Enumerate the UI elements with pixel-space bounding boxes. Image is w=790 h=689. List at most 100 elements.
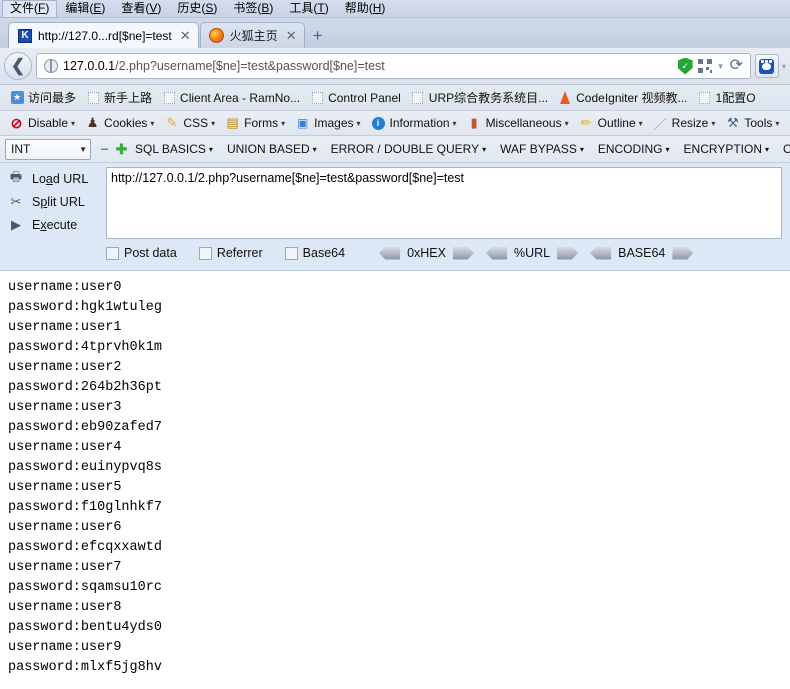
content-line: password:efcqxxawtd <box>8 540 162 555</box>
outline-icon: ✏ <box>579 115 594 131</box>
menu-item-e[interactable]: 编辑(E) <box>57 0 113 18</box>
url-bar-actions: ▼ ⟳ <box>677 57 746 75</box>
hackbar-action-label: Execute <box>32 217 78 232</box>
bookmark-label: CodeIgniter 视频教... <box>576 91 688 105</box>
webdev-label: CSS <box>183 116 209 130</box>
webdev-item-tools[interactable]: ⚒ Tools ▾ <box>720 115 784 131</box>
webdev-item-images[interactable]: ▣ Images ▾ <box>290 116 365 131</box>
paw-chevron-down-icon[interactable]: ▾ <box>782 62 786 71</box>
hackbar-execute-button[interactable]: ▶ Execute <box>6 213 106 236</box>
bookmark-label: Control Panel <box>328 90 401 105</box>
bookmark-item-1[interactable]: 新手上路 <box>82 87 158 108</box>
chevron-down-icon[interactable]: ▼ <box>717 62 725 71</box>
sql-type-select[interactable]: INT ▼ <box>5 138 91 160</box>
webdev-item-css[interactable]: ✎ CSS ▾ <box>159 115 220 131</box>
qr-code-icon[interactable] <box>697 59 712 73</box>
menu-item-v[interactable]: 查看(V) <box>113 0 169 18</box>
tab-close-button[interactable]: ✕ <box>180 29 191 42</box>
chevron-down-icon: ▼ <box>79 144 87 154</box>
webdev-item-cookies[interactable]: ♟ Cookies ▾ <box>80 115 159 131</box>
hackbar-checkbox-post-data[interactable]: Post data <box>106 246 177 260</box>
webdev-item-resize[interactable]: ／ Resize ▾ <box>648 116 721 132</box>
blank-page-glyph <box>87 91 99 104</box>
baidu-paw-icon <box>759 58 775 74</box>
sql-menu-label: ENCRYPTION <box>683 142 762 156</box>
reload-icon[interactable]: ⟳ <box>730 58 743 74</box>
content-line: username:user0 <box>8 280 122 295</box>
hackbar-load-url-button[interactable]: 🖶 Load URL <box>6 167 106 190</box>
url-bar[interactable]: 127.0.0.1/2.php?username[$ne]=test&passw… <box>36 53 751 79</box>
sql-menu-label: ENCODING <box>597 142 663 156</box>
chevron-down-icon: ▾ <box>312 144 317 154</box>
miscellaneous-icon: ▮ <box>467 115 482 131</box>
disable-icon: ⊘ <box>9 115 24 131</box>
tab-0[interactable]: Khttp://127.0...rd[$ne]=test ✕ <box>8 22 199 48</box>
sql-menu-error-double-query[interactable]: ERROR / DOUBLE QUERY ▾ <box>324 142 494 156</box>
blank-page-glyph <box>311 91 323 104</box>
sql-menu-union-based[interactable]: UNION BASED ▾ <box>220 142 324 156</box>
encoder-group-0xhex: 0xHEX <box>379 246 474 260</box>
chevron-down-icon: ▾ <box>208 144 213 154</box>
baidu-paw-button[interactable] <box>754 54 779 78</box>
webdev-item-miscellaneous[interactable]: ▮ Miscellaneous ▾ <box>462 115 574 131</box>
add-button[interactable]: ✚ <box>115 141 128 157</box>
menu-item-s[interactable]: 历史(S) <box>169 0 225 18</box>
blank-page-icon <box>310 91 324 105</box>
sql-menu-other[interactable]: OTHER▾ <box>776 142 790 156</box>
bookmark-item-2[interactable]: Client Area - RamNo... <box>158 89 306 107</box>
menu-item-f[interactable]: 文件(F) <box>2 0 58 18</box>
sql-menu-encoding[interactable]: ENCODING ▾ <box>591 142 677 156</box>
checkbox-label: Base64 <box>302 246 346 260</box>
encode-right-button[interactable] <box>452 246 474 260</box>
shield-check-icon[interactable] <box>677 57 693 75</box>
sql-menu-waf-bypass[interactable]: WAF BYPASS ▾ <box>493 142 591 156</box>
webdev-item-information[interactable]: i Information ▾ <box>366 116 462 131</box>
encode-left-button[interactable] <box>379 246 401 260</box>
content-line: password:f10glnhkf7 <box>8 500 162 515</box>
encode-left-button[interactable] <box>590 246 612 260</box>
forms-icon: ▤ <box>225 115 240 131</box>
checkbox-label: Referrer <box>216 246 263 260</box>
hackbar-url-textarea[interactable]: http://127.0.0.1/2.php?username[$ne]=tes… <box>106 167 782 239</box>
back-button[interactable]: ❮ <box>4 52 32 80</box>
sql-menu-label: UNION BASED <box>226 142 310 156</box>
webdev-label: Images <box>314 116 354 130</box>
tab-1[interactable]: 火狐主页 ✕ <box>199 22 305 48</box>
tab-strip: Khttp://127.0...rd[$ne]=test ✕ 火狐主页 ✕ + <box>0 18 790 48</box>
encode-right-button[interactable] <box>672 246 694 260</box>
hackbar-action-label: Load URL <box>32 171 89 186</box>
menu-item-t[interactable]: 工具(T) <box>281 0 336 18</box>
content-line: password:eb90zafed7 <box>8 420 162 435</box>
bookmark-item-6[interactable]: 1配置O <box>694 87 762 108</box>
tab-close-button[interactable]: ✕ <box>286 29 297 42</box>
webdev-item-forms[interactable]: ▤ Forms ▾ <box>220 115 290 131</box>
bookmark-item-0[interactable]: ★ 访问最多 <box>6 87 82 108</box>
bookmark-item-3[interactable]: Control Panel <box>306 89 407 107</box>
remove-button[interactable]: − <box>98 141 111 157</box>
webdev-item-disable[interactable]: ⊘ Disable ▾ <box>4 115 80 131</box>
bookmark-item-5[interactable]: CodeIgniter 视频教... <box>554 87 693 108</box>
checkbox-label: Post data <box>124 246 177 260</box>
hackbar-checkbox-base64[interactable]: Base64 <box>284 246 346 260</box>
firefox-favicon <box>209 28 225 44</box>
webdev-item-outline[interactable]: ✏ Outline ▾ <box>574 115 648 131</box>
sql-menu-sql-basics[interactable]: SQL BASICS ▾ <box>128 142 220 156</box>
encode-left-button[interactable] <box>485 246 507 260</box>
hackbar-split-url-button[interactable]: ✂ Split URL <box>6 190 106 213</box>
content-line: username:user1 <box>8 320 122 335</box>
menu-item-b[interactable]: 书签(B) <box>225 0 281 18</box>
content-line: password:bentu4yds0 <box>8 620 162 635</box>
encode-right-button[interactable] <box>557 246 579 260</box>
menu-item-h[interactable]: 帮助(H) <box>337 0 394 18</box>
sql-menu-encryption[interactable]: ENCRYPTION ▾ <box>677 142 776 156</box>
hackbar-checkbox-referrer[interactable]: Referrer <box>198 246 263 260</box>
hackbar-options-row: Post data Referrer Base64 0xHEX %URL BASE64 <box>0 239 790 267</box>
bookmark-item-4[interactable]: URP综合教务系统目... <box>407 87 554 108</box>
content-line: username:user6 <box>8 520 122 535</box>
miscellaneous-icon-glyph: ▮ <box>470 115 478 130</box>
bookmark-label: 1配置O <box>715 91 756 105</box>
webdev-item-console[interactable] <box>784 116 790 131</box>
cookie-icon: ♟ <box>85 115 100 131</box>
flame-glyph <box>560 91 571 104</box>
new-tab-button[interactable]: + <box>313 27 323 44</box>
